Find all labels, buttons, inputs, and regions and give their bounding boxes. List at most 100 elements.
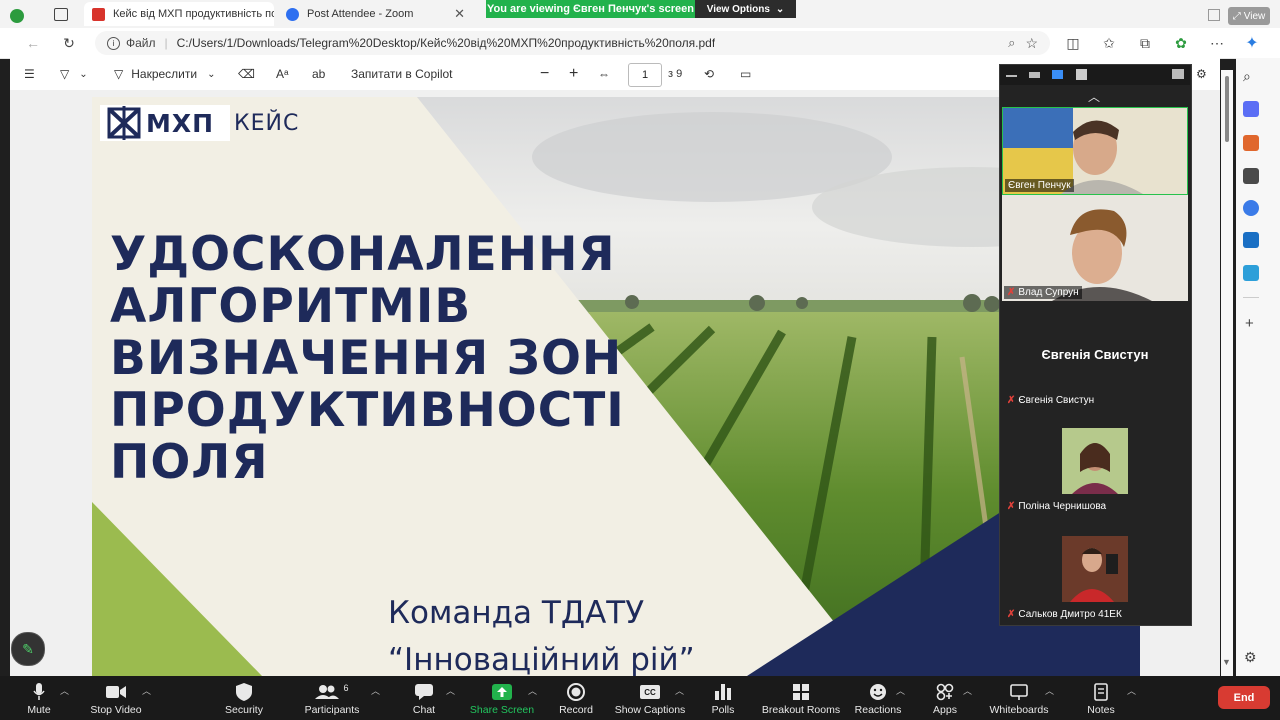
record-icon <box>566 683 586 701</box>
view-options-button[interactable]: View Options ⌄ <box>695 0 796 18</box>
caret-up-icon[interactable]: ︿ <box>371 684 380 697</box>
chat-button[interactable]: Chat <box>408 678 440 720</box>
contents-icon[interactable]: ☰ <box>24 58 35 90</box>
pop-out-icon[interactable] <box>1172 69 1184 79</box>
notes-button[interactable]: Notes <box>1084 678 1118 720</box>
search-icon[interactable]: ⌕ <box>1243 68 1259 84</box>
caret-up-icon[interactable]: ︿ <box>142 684 151 697</box>
caret-up-icon[interactable]: ︿ <box>1045 684 1054 697</box>
breakout-rooms-label: Breakout Rooms <box>761 704 841 716</box>
toolbox-icon[interactable] <box>1243 135 1259 151</box>
team-name: Команда ТДАТУ <box>388 595 645 631</box>
pdf-scrollbar[interactable] <box>1221 70 1233 676</box>
send-icon[interactable] <box>1243 265 1259 281</box>
close-icon[interactable]: ✕ <box>446 6 473 22</box>
extensions-icon[interactable]: ✿ <box>1170 33 1192 53</box>
share-screen-icon <box>492 683 512 701</box>
participants-button[interactable]: 6 Participants <box>300 678 364 720</box>
participant-tile[interactable]: ✗ Влад Супрун <box>1002 195 1188 301</box>
reaction-smiley-icon <box>868 683 888 701</box>
caret-up-icon[interactable]: ︿ <box>963 684 972 697</box>
m365-icon[interactable] <box>1243 200 1259 216</box>
apps-label: Apps <box>933 704 957 716</box>
show-captions-label: Show Captions <box>614 704 686 716</box>
annotate-pen-button[interactable]: ✎ <box>11 632 45 666</box>
tab-pdf[interactable]: Кейс від МХП продуктивність по ✕ <box>84 2 274 26</box>
record-label: Record <box>559 704 593 716</box>
favorite-star-icon[interactable]: ☆ <box>1025 35 1038 52</box>
polls-button[interactable]: Polls <box>707 678 739 720</box>
view-chip[interactable]: ⤢ View <box>1228 7 1270 25</box>
ask-copilot-button[interactable]: Запитати в Copilot <box>351 58 453 90</box>
participant-tile[interactable]: Євгенія Свистун ✗ Євгенія Свистун <box>1002 303 1188 409</box>
tag-icon[interactable] <box>1243 101 1259 117</box>
add-icon[interactable]: + <box>1245 315 1254 332</box>
end-meeting-button[interactable]: End <box>1218 686 1270 709</box>
caret-up-icon[interactable]: ︿ <box>60 684 69 697</box>
participant-tile[interactable]: ✗ Поліна Чернишова <box>1002 411 1188 515</box>
security-button[interactable]: Security <box>222 678 266 720</box>
eraser-icon[interactable]: ⌫ <box>238 58 255 90</box>
caret-up-icon[interactable]: ︿ <box>528 684 537 697</box>
share-screen-button[interactable]: Share Screen <box>470 678 534 720</box>
participant-tile[interactable]: ✗ Сальков Дмитро 41ЕК <box>1002 519 1188 623</box>
fit-width-icon[interactable]: ⇔ <box>598 58 610 90</box>
muted-mic-icon: ✗ <box>1007 287 1016 298</box>
minimize-window-icon[interactable] <box>1208 9 1220 21</box>
reactions-button[interactable]: Reactions <box>854 678 902 720</box>
zoom-in-icon[interactable]: + <box>569 58 578 90</box>
browser-profile-icon[interactable] <box>10 9 24 23</box>
gallery-grid-icon[interactable] <box>1076 69 1087 80</box>
split-screen-icon[interactable]: ◫ <box>1062 33 1084 53</box>
caret-up-icon[interactable]: ︿ <box>896 684 905 697</box>
scroll-up-chevron-icon[interactable]: ︿ <box>1088 88 1100 105</box>
whiteboards-button[interactable]: Whiteboards <box>986 678 1052 720</box>
rotate-icon[interactable]: ⟲ <box>704 58 714 90</box>
tab-zoom[interactable]: Post Attendee - Zoom ✕ <box>278 2 473 26</box>
settings-gear-icon[interactable]: ⚙ <box>1196 58 1207 90</box>
back-arrow-icon[interactable]: ← <box>22 33 44 53</box>
minimize-gallery-icon[interactable] <box>1006 75 1017 77</box>
tab-zoom-title: Post Attendee - Zoom <box>307 8 414 20</box>
refresh-icon[interactable]: ↻ <box>58 33 80 53</box>
captions-icon: CC <box>640 683 660 701</box>
thumbnail-view-icon[interactable] <box>1029 72 1040 78</box>
sidebar-divider <box>1243 297 1259 298</box>
copilot-icon[interactable]: ✦ <box>1241 33 1263 53</box>
mhp-logo-mark-icon <box>107 106 141 140</box>
more-menu-icon[interactable]: ⋯ <box>1206 33 1228 53</box>
scroll-down-arrow-icon[interactable]: ▼ <box>1222 657 1231 667</box>
caret-up-icon[interactable]: ︿ <box>675 684 684 697</box>
read-aloud-icon[interactable]: Aᵃ <box>276 58 288 90</box>
apps-button[interactable]: Apps <box>928 678 962 720</box>
zoom-out-icon[interactable]: − <box>540 58 549 90</box>
highlight-icon[interactable]: ▽ ⌄ <box>60 58 88 90</box>
page-number-input[interactable]: 1 <box>628 63 662 87</box>
tab-pdf-title: Кейс від МХП продуктивність по <box>113 8 274 20</box>
tab-actions-icon[interactable] <box>54 8 68 21</box>
caret-up-icon[interactable]: ︿ <box>1127 684 1136 697</box>
mute-button[interactable]: Mute <box>18 678 60 720</box>
breakout-rooms-button[interactable]: Breakout Rooms <box>758 678 844 720</box>
caret-up-icon[interactable]: ︿ <box>446 684 455 697</box>
favorites-icon[interactable]: ✩ <box>1098 33 1120 53</box>
participant-tile[interactable]: Євген Пенчук <box>1002 107 1188 195</box>
notes-label: Notes <box>1087 704 1115 716</box>
mute-label: Mute <box>27 704 51 716</box>
translate-icon[interactable]: ab <box>312 58 325 90</box>
pdf-scrollbar-thumb[interactable] <box>1225 76 1229 142</box>
participant-name-label: ✗ Євгенія Свистун <box>1004 394 1097 407</box>
address-bar[interactable]: i Файл | C:/Users/1/Downloads/Telegram%2… <box>95 31 1050 55</box>
record-button[interactable]: Record <box>556 678 596 720</box>
stop-video-button[interactable]: Stop Video <box>88 678 144 720</box>
zoom-magnifier-icon[interactable]: ⌕ <box>1008 35 1015 51</box>
participant-name: Влад Супрун <box>1018 287 1079 298</box>
draw-button[interactable]: ▽ Накреслити ⌄ <box>114 58 215 90</box>
sidebar-settings-icon[interactable]: ⚙ <box>1244 649 1257 666</box>
outlook-icon[interactable] <box>1243 232 1259 248</box>
participant-name-label: ✗ Сальков Дмитро 41ЕК <box>1004 608 1125 621</box>
collections-icon[interactable]: ⧉ <box>1134 33 1156 53</box>
chess-icon[interactable] <box>1243 168 1259 184</box>
page-view-icon[interactable]: ▭ <box>740 58 751 90</box>
speaker-view-icon[interactable] <box>1052 70 1063 79</box>
